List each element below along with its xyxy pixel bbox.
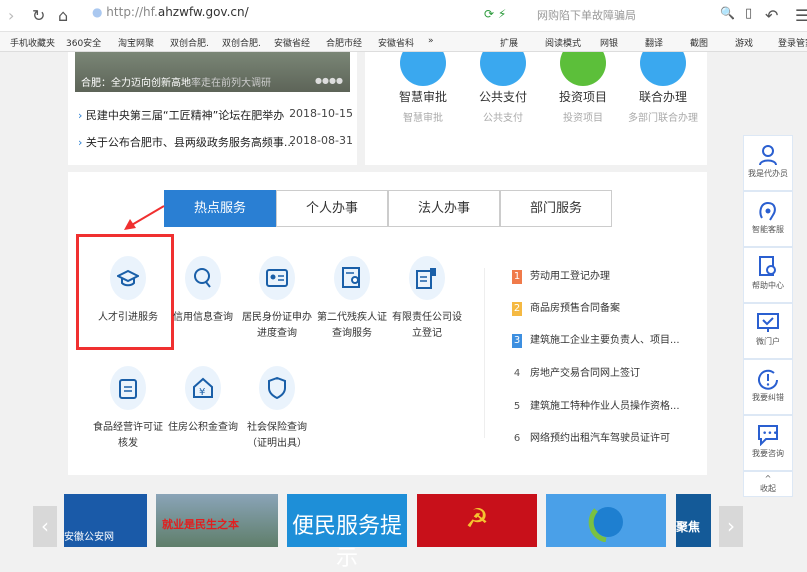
chat-icon: ••• (758, 425, 778, 447)
person-icon (759, 145, 777, 166)
tab-personal[interactable]: 个人办事 (276, 190, 388, 227)
hot-item-credit[interactable]: 信用信息查询 (164, 256, 242, 326)
banner-party[interactable]: ☭ (417, 494, 537, 547)
error-refresh-icon (758, 369, 778, 390)
menu-icon[interactable]: ☰ (795, 6, 807, 25)
hot-item-housing-fund[interactable]: ¥ 住房公积金查询 (164, 366, 242, 436)
tab-departments[interactable]: 部门服务 (500, 190, 612, 227)
service-smart-approval[interactable]: 智慧审批 智慧审批 (383, 52, 463, 124)
hot-item-talent[interactable]: 人才引进服务 (89, 256, 167, 326)
rank-item[interactable]: 3 建筑施工企业主要负责人、项目... (512, 331, 680, 348)
svg-text:•••: ••• (762, 429, 778, 439)
banner-convenience[interactable]: 便民服务提示 (287, 494, 407, 571)
sidebar-micro-portal[interactable]: 微门户 (743, 303, 793, 359)
sidebar-agent[interactable]: 我是代办员 (743, 135, 793, 191)
bank[interactable]: 网银 (600, 36, 618, 49)
sidebar-consult[interactable]: ••• 我要咨询 (743, 415, 793, 471)
svg-text:¥: ¥ (199, 387, 205, 398)
monitor-check-icon (757, 313, 779, 332)
document-stamp-icon (409, 256, 445, 300)
rank-item[interactable]: 4 房地产交易合同网上签订 (512, 364, 640, 381)
hot-item-disability-card[interactable]: 第二代残疾人证 查询服务 (313, 256, 391, 342)
translate[interactable]: 翻译 (645, 36, 663, 49)
home-icon[interactable]: ⌂ (58, 6, 68, 25)
carousel-caption: 合肥：全力迈向创新高地率走在前列大调研 (81, 78, 271, 89)
sidebar-help[interactable]: 帮助中心 (743, 247, 793, 303)
bookmarks-bar: 手机收藏夹 360安全 淘宝网聚 双创合肥. 双创合肥. 安徽省经 合肥市经 安… (0, 32, 807, 52)
news-carousel[interactable]: 合肥：全力迈向创新高地率走在前列大调研 ●●●● (75, 52, 350, 92)
bookmark[interactable]: 淘宝网聚 (118, 36, 154, 49)
banner-police[interactable]: 安徽公安网 (64, 494, 147, 547)
bookmark[interactable]: 手机收藏夹 (10, 36, 55, 49)
service-joint-handling[interactable]: 联合办理 多部门联合办理 (623, 52, 703, 124)
reader-mode[interactable]: 阅读模式 (545, 36, 581, 49)
divider (484, 268, 485, 438)
browser-toolbar: › ↻ ⌂ ● http://hf.ahzwfw.gov.cn/ ⟳ ⚡ 网购陷… (0, 0, 807, 32)
rank-item[interactable]: 6 网络预约出租汽车驾驶员证许可 (512, 429, 670, 446)
hot-item-food-license[interactable]: 食品经营许可证 核发 (89, 366, 167, 452)
games[interactable]: 游戏 (735, 36, 753, 49)
carousel-dots[interactable]: ●●●● (315, 76, 343, 85)
tab-hot-services[interactable]: 热点服务 (164, 190, 276, 227)
more-bookmarks[interactable]: » (428, 36, 434, 46)
id-card-icon (259, 256, 295, 300)
bookmark[interactable]: 安徽省科 (378, 36, 414, 49)
service-public-payment[interactable]: 公共支付 公共支付 (463, 52, 543, 124)
bookmark[interactable]: 双创合肥. (222, 36, 261, 49)
services-panel: 智慧审批 智慧审批 公共支付 公共支付 投资项目 投资项目 联合办理 多部门联合办理 (357, 52, 707, 165)
house-yuan-icon: ¥ (185, 366, 221, 410)
clipboard-icon (110, 366, 146, 410)
chevron-up-icon: ^ (764, 474, 772, 483)
banner-next-button[interactable]: › (719, 506, 743, 547)
bookmark[interactable]: 安徽省经 (274, 36, 310, 49)
address-bar[interactable]: ● http://hf.ahzwfw.gov.cn/ (92, 5, 249, 19)
banner-prev-button[interactable]: ‹ (33, 506, 57, 547)
hot-item-social-insurance[interactable]: 社会保险查询 （证明出具） (238, 366, 316, 452)
undo-icon[interactable]: ↶ (765, 6, 778, 25)
shield-icon (259, 366, 295, 410)
banner-employment[interactable]: 就业是民生之本 (156, 494, 278, 547)
phone-icon[interactable]: ▯ (745, 6, 752, 21)
rank-item[interactable]: 2 商品房预售合同备案 (512, 299, 620, 316)
forward-icon[interactable]: › (8, 6, 14, 25)
credit-search-icon (185, 256, 221, 300)
sidebar-report-error[interactable]: 我要纠错 (743, 359, 793, 415)
bookmark[interactable]: 360安全 (66, 36, 101, 49)
news-item[interactable]: › 关于公布合肥市、县两级政务服务高频事... 2018-08-31 (78, 134, 353, 150)
document-person-icon (334, 256, 370, 300)
service-investment[interactable]: 投资项目 投资项目 (543, 52, 623, 124)
graduation-cap-icon (110, 256, 146, 300)
sidebar-collapse[interactable]: ^ 收起 (743, 471, 793, 497)
globe-logo-icon (588, 507, 623, 543)
hot-item-company-registration[interactable]: 有限责任公司设 立登记 (388, 256, 466, 342)
security-icon: ⟳ ⚡ (484, 7, 507, 21)
help-document-icon (759, 256, 776, 276)
screenshot[interactable]: 截图 (690, 36, 708, 49)
red-arrow-annotation (124, 205, 165, 230)
search-input[interactable]: 网购陷下单故障骗局 (537, 7, 636, 23)
bookmark[interactable]: 合肥市经 (326, 36, 362, 49)
headset-icon (759, 201, 776, 221)
hot-item-id-card[interactable]: 居民身份证申办 进度查询 (238, 256, 316, 342)
party-emblem-icon: ☭ (465, 504, 489, 534)
banner-focus[interactable]: 聚焦 (676, 494, 711, 547)
banner-logo[interactable] (546, 494, 666, 547)
reload-icon[interactable]: ↻ (32, 6, 45, 25)
login-manager[interactable]: 登录管家 (778, 36, 807, 49)
search-icon[interactable]: 🔍 (720, 6, 735, 20)
rank-item[interactable]: 1 劳动用工登记办理 (512, 267, 610, 284)
bookmark[interactable]: 双创合肥. (170, 36, 209, 49)
tab-corporate[interactable]: 法人办事 (388, 190, 500, 227)
news-item[interactable]: › 民建中央第三届“工匠精神”论坛在肥举办 2018-10-15 (78, 107, 353, 123)
sidebar-smart-service[interactable]: 智能客服 (743, 191, 793, 247)
rank-item[interactable]: 5 建筑施工特种作业人员操作资格... (512, 397, 680, 414)
extensions[interactable]: 扩展 (500, 36, 518, 49)
